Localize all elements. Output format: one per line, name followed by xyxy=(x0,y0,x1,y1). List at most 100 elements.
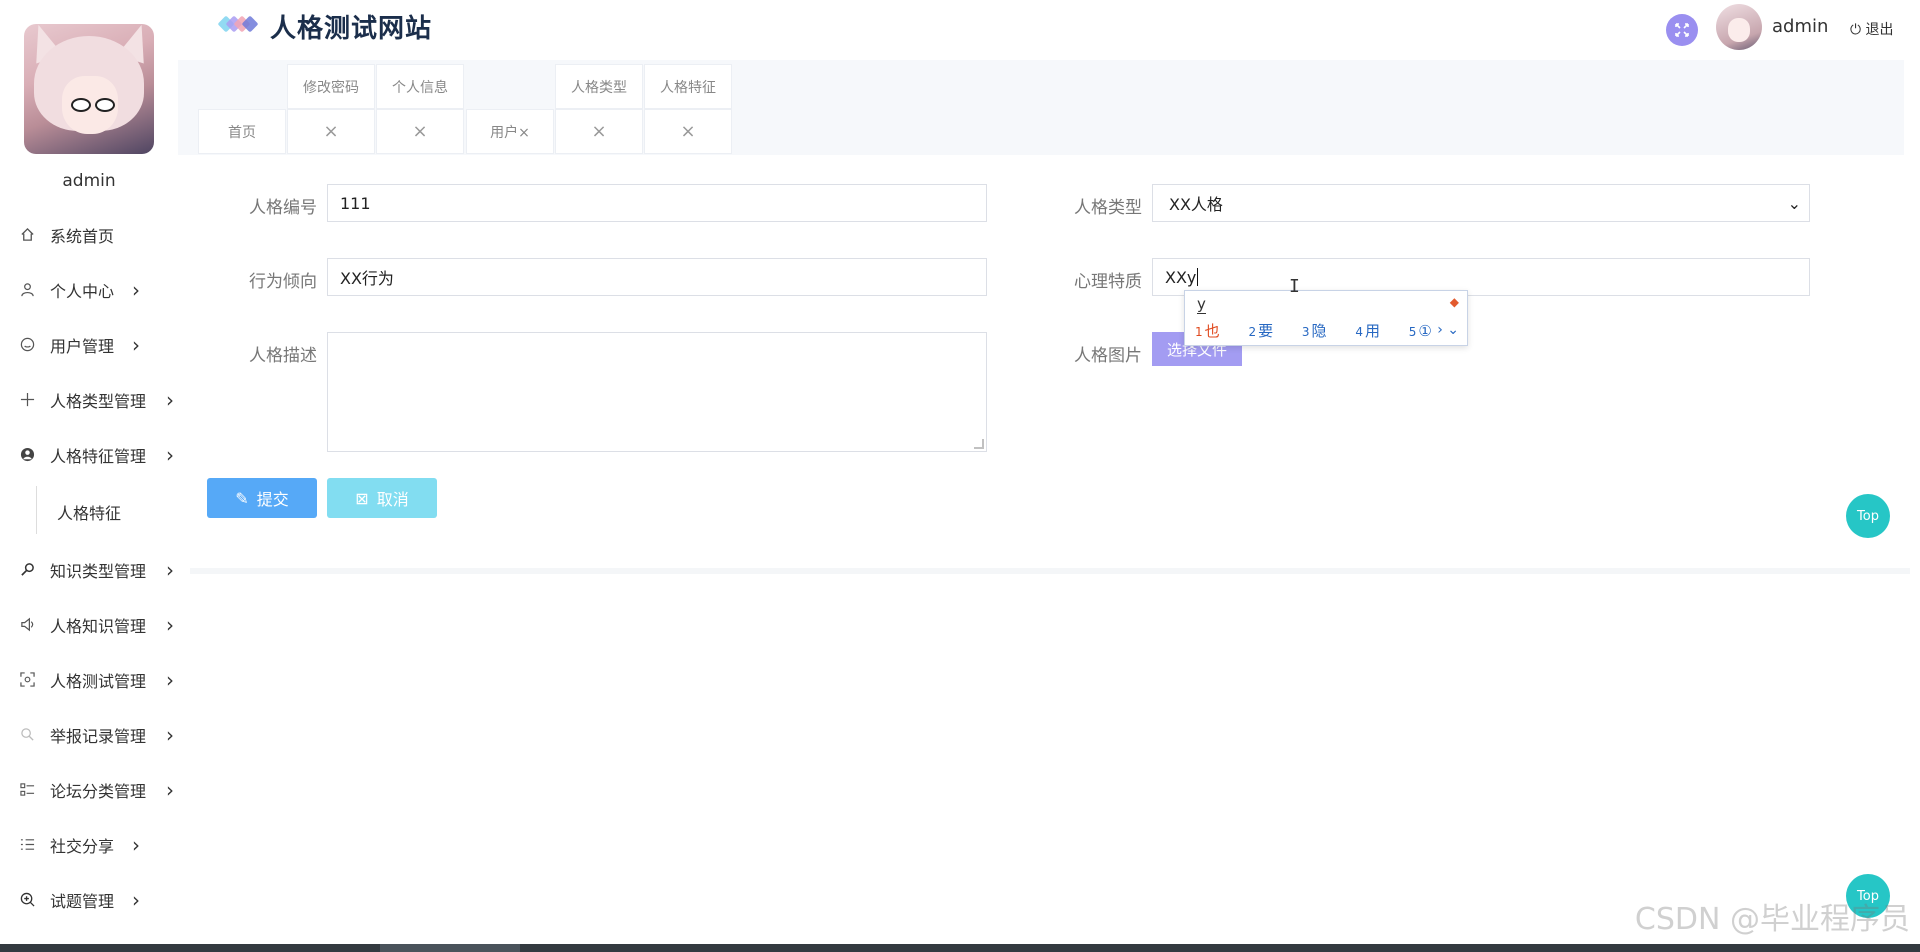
sidebar: admin 系统首页 个人中心 › 用户管理 › 人格类型管理 › 人格特征管理… xyxy=(0,0,190,940)
sidebar-item-label: 人格特征管理 xyxy=(50,446,147,466)
cancel-label: 取消 xyxy=(376,490,409,509)
type-select-value: XX人格 xyxy=(1169,195,1223,214)
tab-user[interactable]: 用户× xyxy=(466,109,554,154)
plus-icon xyxy=(19,392,35,408)
ime-next-page-icon[interactable]: › ⌄ xyxy=(1437,322,1459,338)
section-divider xyxy=(190,568,1910,574)
top-header: 人格测试网站 admin ⏻ 退出 xyxy=(190,0,1920,58)
chevron-right-icon: › xyxy=(166,387,174,412)
submenu-line xyxy=(36,486,37,534)
header-user-area: admin ⏻ 退出 xyxy=(1650,0,1920,58)
sidebar-item-label: 社交分享 xyxy=(50,836,115,856)
behavior-label: 行为倾向 xyxy=(249,272,317,292)
profile-avatar xyxy=(24,24,154,154)
text-cursor-icon: I xyxy=(1289,276,1300,297)
chevron-right-icon: › xyxy=(166,612,174,637)
sidebar-item-forum-category-management[interactable]: 论坛分类管理 › xyxy=(0,762,190,817)
tab-close-icon[interactable]: × xyxy=(555,109,643,154)
search-icon xyxy=(19,727,35,743)
sidebar-item-label: 知识类型管理 xyxy=(50,561,147,581)
chevron-right-icon: › xyxy=(166,777,174,802)
logout-button[interactable]: ⏻ 退出 xyxy=(1850,19,1894,39)
sidebar-subitem-personality-trait[interactable]: 人格特征 xyxy=(57,500,121,524)
taskbar-item[interactable] xyxy=(380,944,520,952)
ime-candidate[interactable]: 3隐 xyxy=(1302,322,1339,340)
sidebar-item-social-share[interactable]: 社交分享 › xyxy=(0,817,190,872)
chevron-right-icon: › xyxy=(132,332,140,357)
tab-close-icon[interactable]: × xyxy=(287,109,375,154)
tab-home[interactable]: 首页 xyxy=(198,109,286,154)
sidebar-submenu: 人格特征 xyxy=(0,482,190,542)
ime-candidate[interactable]: 4用 xyxy=(1355,322,1392,340)
description-textarea[interactable] xyxy=(327,332,987,452)
chevron-right-icon: › xyxy=(132,832,140,857)
sidebar-item-label: 论坛分类管理 xyxy=(50,781,147,801)
trait-input-value: XXy xyxy=(1165,267,1197,287)
header-avatar[interactable] xyxy=(1716,4,1762,50)
sidebar-item-user-management[interactable]: 用户管理 › xyxy=(0,317,190,372)
fullscreen-toggle-icon[interactable] xyxy=(1666,14,1698,46)
scan-icon xyxy=(19,672,35,688)
chevron-down-icon: ⌄ xyxy=(1787,194,1801,213)
ime-candidate[interactable]: 2要 xyxy=(1248,322,1285,340)
sidebar-item-personality-test-management[interactable]: 人格测试管理 › xyxy=(0,652,190,707)
sidebar-item-personal-center[interactable]: 个人中心 › xyxy=(0,262,190,317)
sidebar-item-personality-trait-management[interactable]: 人格特征管理 › xyxy=(0,427,190,482)
type-label: 人格类型 xyxy=(1074,198,1142,218)
sidebar-item-label: 系统首页 xyxy=(50,226,115,246)
cancel-icon: ⊠ xyxy=(355,488,369,508)
logout-label: 退出 xyxy=(1865,22,1894,38)
edit-icon: ✎ xyxy=(235,488,249,508)
sidebar-item-label: 人格知识管理 xyxy=(50,616,147,636)
smile-icon xyxy=(19,337,35,353)
code-label: 人格编号 xyxy=(249,198,317,218)
sidebar-item-personality-type-management[interactable]: 人格类型管理 › xyxy=(0,372,190,427)
user-icon xyxy=(19,282,35,298)
tab-personal-info[interactable]: 个人信息 xyxy=(376,64,464,109)
sidebar-item-home[interactable]: 系统首页 xyxy=(0,207,190,262)
watermark: CSDN @毕业程序员 xyxy=(1634,902,1910,937)
back-to-top-button[interactable]: Top xyxy=(1846,494,1890,538)
checklist-icon xyxy=(19,837,35,853)
chevron-right-icon: › xyxy=(166,442,174,467)
trait-label: 心理特质 xyxy=(1074,272,1142,292)
ime-candidates: 1也 2要 3隐 4用 5① xyxy=(1195,320,1456,341)
resize-grip-icon[interactable] xyxy=(974,439,984,449)
os-taskbar xyxy=(0,944,1920,952)
type-select[interactable]: XX人格 ⌄ xyxy=(1152,184,1810,222)
key-icon xyxy=(19,562,35,578)
submit-button[interactable]: ✎ 提交 xyxy=(207,478,317,518)
submit-label: 提交 xyxy=(256,490,289,509)
sidebar-item-label: 个人中心 xyxy=(50,281,115,301)
chevron-right-icon: › xyxy=(166,667,174,692)
description-label: 人格描述 xyxy=(249,346,317,366)
home-icon xyxy=(19,227,35,243)
ime-candidate[interactable]: 1也 xyxy=(1195,322,1232,340)
chevron-right-icon: › xyxy=(132,887,140,912)
sidebar-item-label: 试题管理 xyxy=(50,891,115,911)
list-icon xyxy=(19,782,35,798)
tab-close-icon[interactable]: × xyxy=(376,109,464,154)
tab-personality-type[interactable]: 人格类型 xyxy=(555,64,643,109)
sidebar-item-label: 人格类型管理 xyxy=(50,391,147,411)
code-input[interactable]: 111 xyxy=(327,184,987,222)
sidebar-username: admin xyxy=(62,171,116,191)
chevron-right-icon: › xyxy=(166,722,174,747)
cancel-button[interactable]: ⊠ 取消 xyxy=(327,478,437,518)
ime-candidate-popup[interactable]: y ◆ 1也 2要 3隐 4用 5① › ⌄ xyxy=(1184,290,1468,346)
sidebar-item-label: 举报记录管理 xyxy=(50,726,147,746)
person-icon xyxy=(19,447,35,463)
tab-close-icon[interactable]: × xyxy=(644,109,732,154)
sidebar-item-report-management[interactable]: 举报记录管理 › xyxy=(0,707,190,762)
sidebar-item-knowledge-type-management[interactable]: 知识类型管理 › xyxy=(0,542,190,597)
logo-icon xyxy=(217,15,260,34)
sidebar-item-question-management[interactable]: 试题管理 › xyxy=(0,872,190,927)
tab-personality-trait[interactable]: 人格特征 xyxy=(644,64,732,109)
tab-change-password[interactable]: 修改密码 xyxy=(287,64,375,109)
sidebar-item-personality-knowledge-management[interactable]: 人格知识管理 › xyxy=(0,597,190,652)
image-label: 人格图片 xyxy=(1074,346,1142,366)
behavior-input[interactable]: XX行为 xyxy=(327,258,987,296)
sidebar-menu: 系统首页 个人中心 › 用户管理 › 人格类型管理 › 人格特征管理 › 人格特… xyxy=(0,207,190,927)
ime-skin-icon: ◆ xyxy=(1449,295,1459,309)
chevron-right-icon: › xyxy=(166,557,174,582)
